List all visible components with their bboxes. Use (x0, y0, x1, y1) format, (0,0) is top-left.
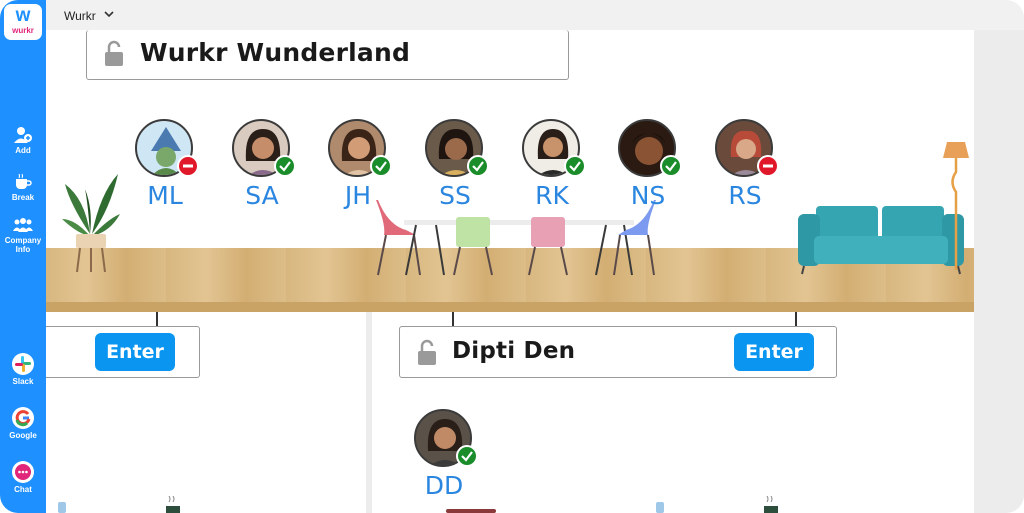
bottle-decoration (656, 502, 664, 513)
member-avatar[interactable]: SA (232, 119, 296, 210)
chat-icon (12, 461, 34, 483)
meeting-table (376, 200, 656, 276)
google-icon (12, 407, 34, 429)
room-title: Wurkr Wunderland (140, 38, 411, 67)
room-card: Enter (46, 326, 200, 378)
sidebar-app-slack[interactable]: Slack (0, 353, 46, 386)
room-title-box: Wurkr Wunderland (86, 30, 569, 80)
logo-letter: w (15, 5, 31, 26)
member-avatar[interactable]: DD (414, 409, 478, 500)
sidebar-item-label: Break (11, 193, 35, 202)
sidebar-item-company-info[interactable]: Company Info (0, 216, 46, 254)
sidebar-item-label: Chat (14, 485, 32, 494)
logo-text: wurkr (12, 26, 34, 35)
wurkr-logo[interactable]: w wurkr (4, 4, 42, 40)
available-status-icon (660, 155, 682, 177)
room-hanger (452, 312, 454, 326)
sidebar-app-google[interactable]: Google (0, 407, 46, 440)
lock-open-icon[interactable] (416, 339, 438, 367)
coffee-icon (16, 173, 32, 189)
member-avatar[interactable]: NS (618, 119, 682, 210)
lamp-decoration (943, 142, 969, 270)
member-initials: DD (424, 471, 464, 500)
enter-room-button[interactable]: Enter (734, 333, 814, 371)
available-status-icon (456, 445, 478, 467)
enter-room-button[interactable]: Enter (95, 333, 175, 371)
sidebar-app-chat[interactable]: Chat (0, 461, 46, 494)
member-initials: RS (728, 181, 762, 210)
lock-open-icon[interactable] (103, 40, 125, 68)
member-initials: SS (439, 181, 471, 210)
workspace-name[interactable]: Wurkr (64, 9, 96, 23)
sidebar-item-add[interactable]: Add (0, 126, 46, 155)
busy-status-icon (177, 155, 199, 177)
add-user-icon (14, 127, 32, 143)
available-status-icon (274, 155, 296, 177)
room-title: Dipti Den (452, 338, 576, 364)
member-initials: JH (344, 181, 372, 210)
available-status-icon (467, 155, 489, 177)
member-avatar[interactable]: ML (135, 119, 199, 210)
room-hanger (156, 312, 158, 326)
member-initials: ML (147, 181, 183, 210)
chevron-down-icon[interactable] (104, 10, 114, 18)
sidebar-item-break[interactable]: Break (0, 173, 46, 202)
sidebar-item-label: Company Info (4, 236, 42, 254)
sidebar-item-label: Google (9, 431, 37, 440)
bottle-decoration (58, 502, 66, 513)
office-canvas: Wurkr Wunderland ML SA JH SS RK NS RS En… (46, 30, 974, 513)
sidebar-item-label: Add (15, 146, 31, 155)
available-status-icon (370, 155, 392, 177)
member-initials: RK (535, 181, 569, 210)
member-initials: SA (245, 181, 279, 210)
coffee-machine-decoration (166, 496, 180, 513)
floor-edge (46, 302, 974, 312)
room-card: Dipti Den Enter (399, 326, 837, 378)
app-window: w wurkr Add Break Company Info Slack Goo… (0, 0, 1024, 513)
sidebar: w wurkr Add Break Company Info Slack Goo… (0, 0, 46, 513)
member-initials: NS (630, 181, 666, 210)
company-icon (13, 218, 33, 232)
right-panel (974, 30, 1024, 513)
available-status-icon (564, 155, 586, 177)
slack-icon (12, 353, 34, 375)
busy-status-icon (757, 155, 779, 177)
room-hanger (795, 312, 797, 326)
plant-decoration (62, 174, 120, 273)
member-avatar[interactable]: JH (328, 119, 392, 210)
room-divider (366, 312, 372, 513)
sidebar-item-label: Slack (12, 377, 34, 386)
member-avatar[interactable]: RK (522, 119, 586, 210)
rug-decoration (446, 509, 496, 513)
coffee-machine-decoration (764, 496, 778, 513)
top-bar: Wurkr (46, 0, 1024, 30)
member-avatar[interactable]: SS (425, 119, 489, 210)
member-avatar[interactable]: RS (715, 119, 779, 210)
